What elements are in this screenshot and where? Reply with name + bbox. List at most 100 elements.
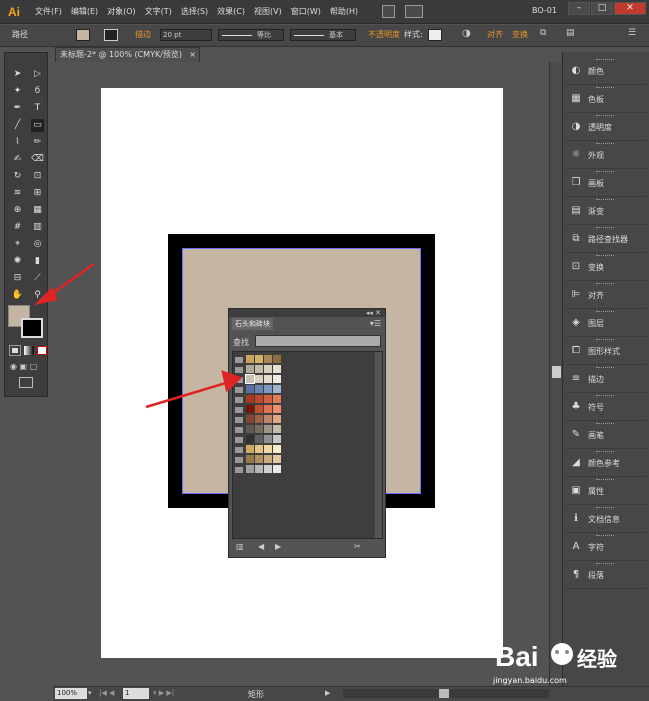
panel-item-document-info[interactable]: ℹ 文档信息 <box>566 506 647 533</box>
color-group-folder-icon[interactable] <box>235 387 243 393</box>
panel-item-gradient[interactable]: ▤ 渐变 <box>566 198 647 225</box>
status-menu-icon[interactable]: ▶ <box>325 689 330 697</box>
status-tool-name[interactable]: 矩形 <box>248 689 264 700</box>
screen-mode-icon[interactable] <box>19 377 33 388</box>
color-group-folder-icon[interactable] <box>235 417 243 423</box>
vertical-scrollbar[interactable] <box>549 62 562 686</box>
panel-grip[interactable] <box>596 507 614 509</box>
last-artboard-icon[interactable]: ▾ ▶ ▶| <box>153 689 174 697</box>
swatch-cell[interactable] <box>246 455 254 463</box>
next-library-icon[interactable]: ▶ <box>275 542 281 551</box>
color-group-folder-icon[interactable] <box>235 427 243 433</box>
panel-item-align[interactable]: ⊫ 对齐 <box>566 282 647 309</box>
panel-grip[interactable] <box>596 339 614 341</box>
opacity-link[interactable]: 不透明度 <box>368 29 400 40</box>
perspective-grid-tool-icon[interactable]: ▦ <box>31 204 44 217</box>
direct-selection-tool-icon[interactable]: ▷ <box>31 68 44 81</box>
swatch-cell[interactable] <box>255 415 263 423</box>
document-tab[interactable]: 未标题-2* @ 100% (CMYK/预览) × <box>55 47 200 62</box>
panel-item-attributes[interactable]: ▣ 属性 <box>566 478 647 505</box>
menu-item-1[interactable]: 编辑(E) <box>71 6 98 17</box>
panel-grip[interactable] <box>596 535 614 537</box>
swatch-cell[interactable] <box>264 405 272 413</box>
color-group-folder-icon[interactable] <box>235 447 243 453</box>
swatch-cell[interactable] <box>246 405 254 413</box>
swatch-cell[interactable] <box>255 435 263 443</box>
panel-item-swatches[interactable]: ▦ 色板 <box>566 86 647 113</box>
swatch-cell[interactable] <box>255 445 263 453</box>
swatch-cell[interactable] <box>255 355 263 363</box>
menu-item-2[interactable]: 对象(O) <box>107 6 136 17</box>
swatch-cell[interactable] <box>273 395 281 403</box>
panel-item-pathfinder[interactable]: ⧉ 路径查找器 <box>566 226 647 253</box>
panel-item-color-guide[interactable]: ◢ 颜色参考 <box>566 450 647 477</box>
warp-tool-icon[interactable]: ≋ <box>11 187 24 200</box>
menu-item-8[interactable]: 帮助(H) <box>330 6 358 17</box>
swatch-cell[interactable] <box>273 385 281 393</box>
swatch-cell[interactable] <box>255 365 263 373</box>
color-group-folder-icon[interactable] <box>235 367 243 373</box>
swatch-cell[interactable] <box>273 405 281 413</box>
panel-item-graphic-styles[interactable]: ⧠ 图形样式 <box>566 338 647 365</box>
swatch-panel-header[interactable]: ◂◂ ✕ <box>229 309 385 317</box>
panel-grip[interactable] <box>596 87 614 89</box>
stroke-weight-field[interactable]: 20 pt <box>160 29 212 41</box>
lasso-tool-icon[interactable]: ϭ <box>31 85 44 98</box>
isolate-icon[interactable]: ⧉ <box>540 28 546 38</box>
artboard-number-field[interactable]: 1 <box>123 688 149 699</box>
arrange-documents-icon[interactable] <box>405 5 424 18</box>
swatch-cell[interactable] <box>264 455 272 463</box>
zoom-tool-icon[interactable]: ⚲ <box>31 289 44 302</box>
swatch-cell[interactable] <box>273 365 281 373</box>
color-group-folder-icon[interactable] <box>235 407 243 413</box>
rotate-tool-icon[interactable]: ↻ <box>11 170 24 183</box>
column-graph-tool-icon[interactable]: ▮ <box>31 255 44 268</box>
swatch-cell[interactable] <box>246 385 254 393</box>
color-group-folder-icon[interactable] <box>235 357 243 363</box>
line-tool-icon[interactable]: ╱ <box>11 119 24 132</box>
swatch-cell[interactable] <box>255 405 263 413</box>
panel-item-paragraph[interactable]: ¶ 段落 <box>566 562 647 589</box>
panel-menu-icon[interactable]: ☰ <box>628 28 636 38</box>
panel-item-transparency[interactable]: ◑ 透明度 <box>566 114 647 141</box>
zoom-dropdown-icon[interactable]: ▾ <box>88 689 92 697</box>
symbol-sprayer-tool-icon[interactable]: ✺ <box>11 255 24 268</box>
gradient-tool-icon[interactable]: ▥ <box>31 221 44 234</box>
stroke-swatch[interactable] <box>104 29 118 41</box>
swatch-cell[interactable] <box>246 355 254 363</box>
type-tool-icon[interactable]: T <box>31 102 44 115</box>
swatch-cell[interactable] <box>246 365 254 373</box>
pen-tool-icon[interactable]: ✒ <box>11 102 24 115</box>
hand-tool-icon[interactable]: ✋ <box>11 289 24 302</box>
swatch-cell[interactable] <box>264 375 272 383</box>
swatch-cell[interactable] <box>255 385 263 393</box>
blob-brush-tool-icon[interactable]: ✍ <box>11 153 24 166</box>
swatch-cell[interactable] <box>273 415 281 423</box>
stroke-link[interactable]: 描边 <box>135 29 151 40</box>
panel-item-character[interactable]: A 字符 <box>566 534 647 561</box>
bridge-icon[interactable] <box>382 5 396 18</box>
swatch-cell[interactable] <box>273 355 281 363</box>
transform-link[interactable]: 变换 <box>512 29 528 40</box>
panel-grip[interactable] <box>596 283 614 285</box>
panel-item-transform[interactable]: ⊡ 变换 <box>566 254 647 281</box>
panel-grip[interactable] <box>596 171 614 173</box>
variable-width-profile[interactable]: 等比 <box>218 29 284 41</box>
magic-wand-tool-icon[interactable]: ✦ <box>11 85 24 98</box>
artboard-tool-icon[interactable]: ⊟ <box>11 272 24 285</box>
horizontal-scrollbar[interactable] <box>343 689 549 698</box>
color-group-folder-icon[interactable] <box>235 457 243 463</box>
swatch-cell[interactable] <box>246 465 254 473</box>
graphic-style-swatch[interactable] <box>428 29 442 41</box>
swatch-cell[interactable] <box>246 435 254 443</box>
tools-icon[interactable]: ✂ <box>354 542 361 551</box>
panel-item-artboards[interactable]: ❐ 画板 <box>566 170 647 197</box>
swatch-cell[interactable] <box>273 375 281 383</box>
swatch-cell[interactable] <box>264 395 272 403</box>
eraser-tool-icon[interactable]: ⌫ <box>31 153 44 166</box>
panel-grip[interactable] <box>596 395 614 397</box>
panel-item-layers[interactable]: ◈ 图层 <box>566 310 647 337</box>
swatch-cell[interactable] <box>255 375 263 383</box>
blend-tool-icon[interactable]: ◎ <box>31 238 44 251</box>
color-group-folder-icon[interactable] <box>235 467 243 473</box>
